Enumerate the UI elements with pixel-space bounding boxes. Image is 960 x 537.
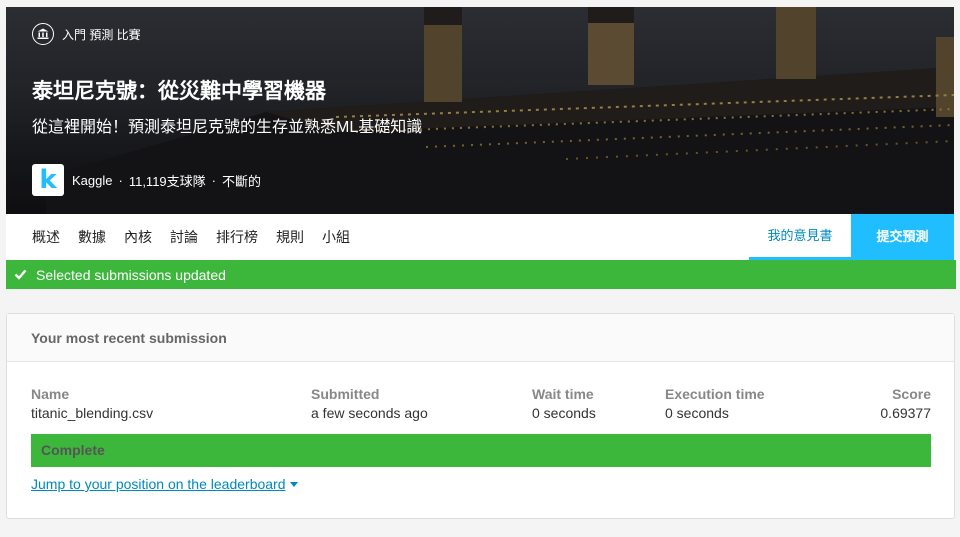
- execution-time-column: Execution time 0 seconds: [665, 386, 765, 421]
- tab-my-submissions[interactable]: 我的意見書: [749, 214, 851, 260]
- alert-message: Selected submissions updated: [36, 266, 226, 283]
- caret-down-icon: [289, 481, 298, 487]
- submit-predictions-button[interactable]: 提交預測: [851, 214, 954, 260]
- separator: ·: [211, 172, 217, 188]
- card-header: Your most recent submission: [7, 314, 954, 362]
- tab-kernels[interactable]: 內核: [115, 214, 161, 260]
- execution-time-label: Execution time: [665, 386, 765, 402]
- team-count: 11,119支球隊: [128, 173, 206, 189]
- competition-duration: 不斷的: [222, 173, 262, 189]
- name-column: Name titanic_blending.csv: [31, 386, 153, 421]
- submitted-value: a few seconds ago: [311, 405, 428, 421]
- tab-discussion[interactable]: 討論: [161, 214, 207, 260]
- kaggle-logo[interactable]: k: [32, 164, 64, 196]
- name-value: titanic_blending.csv: [31, 405, 154, 421]
- success-alert: Selected submissions updated: [6, 260, 956, 289]
- recent-submission-card: Your most recent submission Name titanic…: [6, 313, 955, 519]
- institution-icon: [32, 23, 54, 45]
- tab-leaderboard[interactable]: 排行榜: [207, 214, 267, 260]
- competition-nav: 概述 數據 內核 討論 排行榜 規則 小組 我的意見書 提交預測: [6, 214, 954, 260]
- submitted-column: Submitted a few seconds ago: [311, 386, 428, 421]
- leaderboard-position-link[interactable]: Jump to your position on the leaderboard: [31, 476, 298, 492]
- competition-type-badge: 入門 預測 比賽: [32, 23, 141, 45]
- competition-subtitle: 從這裡開始！預測泰坦尼克號的生存並熟悉ML基礎知識: [32, 119, 423, 136]
- score-value: 0.69377: [880, 405, 931, 421]
- tab-data[interactable]: 數據: [69, 214, 115, 260]
- competition-title: 泰坦尼克號：從災難中學習機器: [32, 80, 326, 103]
- submitted-label: Submitted: [311, 386, 380, 402]
- wait-time-column: Wait time 0 seconds: [532, 386, 596, 421]
- host-info: k Kaggle · 11,119支球隊 · 不斷的: [32, 164, 261, 196]
- score-column: Score 0.69377: [880, 386, 931, 421]
- badge-label: 入門 預測 比賽: [62, 27, 141, 42]
- check-icon: [14, 269, 27, 280]
- tab-rules[interactable]: 規則: [267, 214, 313, 260]
- wait-time-value: 0 seconds: [532, 405, 596, 421]
- tab-team[interactable]: 小組: [313, 214, 359, 260]
- separator: ·: [118, 172, 123, 188]
- host-name[interactable]: Kaggle: [72, 173, 112, 188]
- execution-time-value: 0 seconds: [665, 405, 729, 421]
- wait-time-label: Wait time: [532, 386, 594, 402]
- status-bar: Complete: [31, 434, 931, 467]
- competition-banner: 入門 預測 比賽 泰坦尼克號：從災難中學習機器 從這裡開始！預測泰坦尼克號的生存…: [6, 7, 954, 214]
- score-label: Score: [892, 386, 931, 402]
- leaderboard-link-label[interactable]: Jump to your position on the leaderboard: [31, 476, 286, 492]
- name-label: Name: [31, 386, 70, 402]
- tab-overview[interactable]: 概述: [6, 214, 69, 260]
